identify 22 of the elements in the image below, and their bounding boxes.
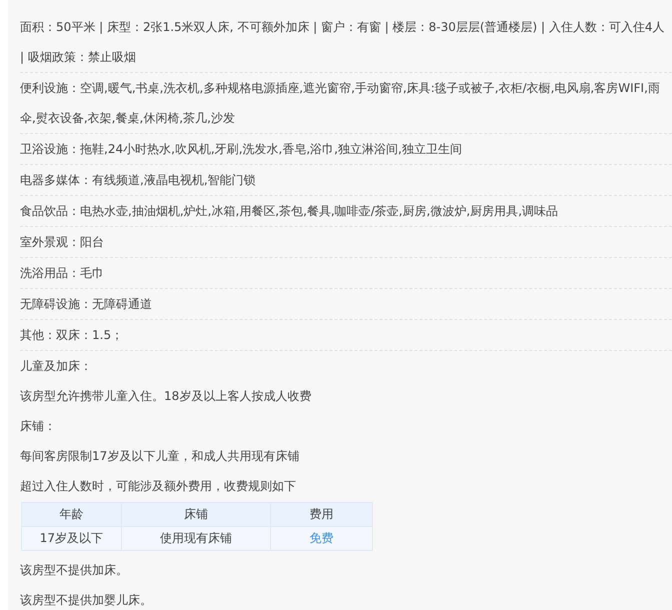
detail-text: 其他：双床：1.5； bbox=[20, 320, 672, 351]
column-header: 年龄 bbox=[22, 502, 122, 526]
detail-text: 面积：50平米 | 床型：2张1.5米双人床, 不可额外加床 | 窗户：有窗 | 楼层：8-30层层(普通楼层) | 入住人数：可入住4人 | 吸烟政策：禁止吸烟 bbox=[20, 12, 672, 73]
note-text: 该房型不提供加床。 bbox=[20, 562, 129, 579]
column-header: 费用 bbox=[270, 502, 372, 526]
detail-text: 洗浴用品：毛巾 bbox=[20, 258, 672, 289]
policy-text: 该房型允许携带儿童入住。18岁及以上客人按成人收费 bbox=[20, 388, 312, 405]
detail-text: 电器多媒体：有线频道,液晶电视机,智能门锁 bbox=[20, 165, 672, 196]
detail-text: 卫浴设施：拖鞋,24小时热水,吹风机,牙刷,洗发水,香皂,浴巾,独立淋浴间,独立卫生间 bbox=[20, 134, 672, 165]
table-cell: 17岁及以下 bbox=[22, 526, 122, 550]
policy-text: 超过入住人数时，可能涉及额外费用，收费规则如下 bbox=[20, 478, 297, 495]
detail-text: 便利设施：空调,暖气,书桌,洗衣机,多种规格电源插座,遮光窗帘,手动窗帘,床具:毯子或被子,衣柜/衣橱,电风扇,客房WIFI,雨伞,熨衣设备,衣架,餐桌,休闲椅,茶几,沙发 bbox=[20, 73, 672, 134]
detail-text: 室外景观：阳台 bbox=[20, 227, 672, 258]
table-cell: 使用现有床铺 bbox=[121, 526, 271, 550]
fee-link[interactable]: 免费 bbox=[270, 526, 372, 550]
section-title: 儿童及加床： bbox=[20, 358, 93, 375]
section-title: 床铺： bbox=[20, 418, 57, 435]
policy-text: 每间客房限制17岁及以下儿童，和成人共用现有床铺 bbox=[20, 448, 300, 465]
column-header: 床铺 bbox=[121, 502, 271, 526]
detail-text: 食品饮品：电热水壶,抽油烟机,炉灶,冰箱,用餐区,茶包,餐具,咖啡壶/茶壶,厨房,微波炉,厨房用具,调味品 bbox=[20, 196, 672, 227]
detail-text: 无障碍设施：无障碍通道 bbox=[20, 289, 672, 320]
note-text: 该房型不提供加婴儿床。 bbox=[20, 592, 153, 609]
